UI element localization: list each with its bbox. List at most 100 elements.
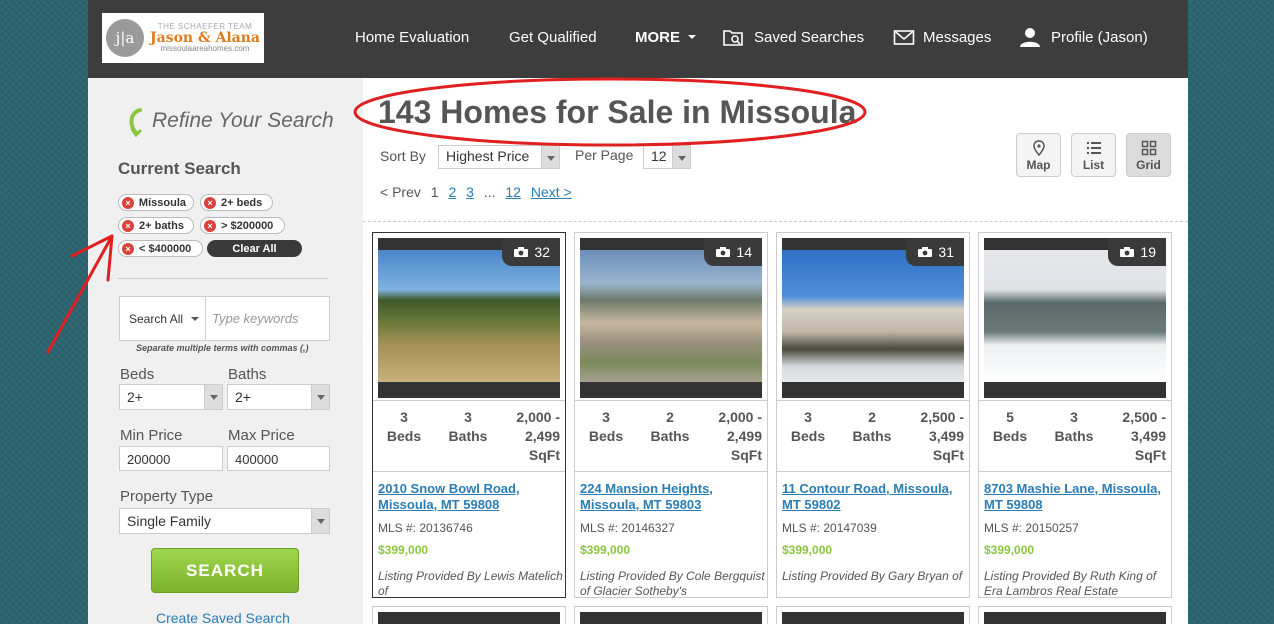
team-logo[interactable]: j|a THE SCHAEFER TEAM Jason & Alana miss… [102, 13, 264, 63]
nav-more[interactable]: MORE [635, 29, 680, 46]
per-page-value: 12 [651, 148, 667, 164]
sort-by-label: Sort By [380, 148, 426, 164]
listing-photo[interactable] [984, 612, 1166, 624]
listing-address-link[interactable]: 8703 Mashie Lane, Missoula, MT 59808 [984, 481, 1169, 513]
listing-card[interactable]: 31 3 Beds 2 Baths 2,500 - 3,499 SqFt 11 Con… [776, 232, 970, 598]
current-search-title: Current Search [118, 159, 241, 178]
list-view-label: List [1082, 158, 1105, 172]
page-title: 143 Homes for Sale in Missoula [378, 94, 857, 130]
max-price-label: Max Price [228, 427, 295, 444]
listing-price: $399,000 [378, 543, 429, 557]
prev-page-link[interactable]: < Prev [380, 184, 421, 200]
sqft-stat-label: SqFt [730, 447, 762, 463]
listing-address-link[interactable]: 11 Contour Road, Missoula, MT 59802 [782, 481, 967, 513]
keywords-input[interactable]: Type keywords [212, 311, 298, 326]
next-page-link[interactable]: Next > [531, 184, 572, 200]
listing-photo[interactable]: 19 [984, 238, 1166, 398]
sort-by-select[interactable]: Highest Price [438, 145, 560, 169]
listing-mls: MLS #: 20147039 [782, 521, 877, 535]
refine-title: Refine Your Search [152, 109, 334, 132]
chevron-down-icon [311, 385, 329, 409]
listing-photo[interactable] [782, 612, 964, 624]
listing-photo[interactable]: 14 [580, 238, 762, 398]
nav-messages[interactable]: Messages [923, 29, 991, 46]
card-divider [575, 400, 767, 401]
baths-stat-label: Baths [448, 428, 488, 444]
camera-icon [716, 247, 731, 257]
card-divider [575, 471, 767, 472]
beds-stat-label: Beds [386, 428, 422, 444]
baths-value: 2+ [235, 389, 251, 405]
nav-saved-searches[interactable]: Saved Searches [754, 29, 864, 46]
sqft-range: 2,000 - 2,499 [516, 409, 560, 444]
listing-price: $399,000 [580, 543, 631, 557]
search-button[interactable]: SEARCH [151, 548, 299, 593]
page-link-3[interactable]: 3 [466, 184, 474, 200]
remove-icon[interactable]: × [122, 196, 134, 209]
remove-icon[interactable]: × [122, 219, 134, 232]
per-page-select[interactable]: 12 [643, 145, 691, 169]
listing-card[interactable]: 14 3 Beds 2 Baths 2,000 - 2,499 SqFt 224 Ma… [574, 232, 768, 598]
listing-card[interactable] [574, 606, 768, 624]
chip-max-price[interactable]: × < $400000 [118, 240, 203, 257]
remove-icon[interactable]: × [122, 242, 134, 255]
baths-stat-label: Baths [650, 428, 690, 444]
search-scope-select[interactable]: Search All [120, 297, 206, 340]
create-saved-search-link[interactable]: Create Saved Search [156, 610, 290, 624]
listing-stats: 3 Beds 3 Baths 2,000 - 2,499 SqFt [378, 406, 560, 464]
listing-card[interactable] [978, 606, 1172, 624]
current-page: 1 [430, 184, 439, 200]
listing-photo[interactable] [378, 612, 560, 624]
beds-select[interactable]: 2+ [119, 384, 223, 410]
min-price-input[interactable]: 200000 [119, 446, 223, 471]
keyword-search: Search All Type keywords [119, 296, 330, 341]
list-view-button[interactable]: List [1071, 133, 1116, 177]
baths-select[interactable]: 2+ [227, 384, 330, 410]
remove-icon[interactable]: × [204, 219, 216, 232]
sqft-range: 2,000 - 2,499 [718, 409, 762, 444]
chip-baths[interactable]: × 2+ baths [118, 217, 194, 234]
beds-count: 3 [602, 409, 610, 425]
sqft-range: 2,500 - 3,499 [920, 409, 964, 444]
nav-get-qualified[interactable]: Get Qualified [509, 29, 597, 46]
listing-address-link[interactable]: 224 Mansion Heights, Missoula, MT 59803 [580, 481, 765, 513]
grid-icon [1141, 140, 1156, 156]
chip-min-price[interactable]: × > $200000 [200, 217, 285, 234]
card-divider [979, 400, 1171, 401]
map-view-button[interactable]: Map [1016, 133, 1061, 177]
listing-card[interactable]: 19 5 Beds 3 Baths 2,500 - 3,499 SqFt 8703 M… [978, 232, 1172, 598]
min-price-label: Min Price [120, 427, 183, 444]
nav-home-evaluation[interactable]: Home Evaluation [355, 29, 469, 46]
listing-stats: 3 Beds 2 Baths 2,500 - 3,499 SqFt [782, 406, 964, 464]
baths-count: 3 [1070, 409, 1078, 425]
page-link-2[interactable]: 2 [448, 184, 456, 200]
clear-all-button[interactable]: Clear All [207, 240, 302, 257]
remove-icon[interactable]: × [204, 196, 216, 209]
listing-card[interactable]: 32 3 Beds 3 Baths 2,000 - 2,499 SqFt 2010 S… [372, 232, 566, 598]
nav-profile[interactable]: Profile (Jason) [1051, 29, 1148, 46]
property-type-label: Property Type [120, 488, 214, 505]
property-type-value: Single Family [127, 513, 212, 529]
photo-count: 32 [534, 244, 550, 260]
listing-card[interactable] [776, 606, 970, 624]
chip-label: < $400000 [139, 242, 192, 255]
chevron-down-icon[interactable] [687, 33, 697, 41]
page-link-last[interactable]: 12 [505, 184, 521, 200]
listing-address-link[interactable]: 2010 Snow Bowl Road, Missoula, MT 59808 [378, 481, 563, 513]
chip-location[interactable]: × Missoula [118, 194, 194, 211]
max-price-input[interactable]: 400000 [227, 446, 330, 471]
logo-names: Jason & Alana [150, 30, 260, 46]
map-view-label: Map [1026, 158, 1051, 172]
listing-photo[interactable]: 31 [782, 238, 964, 398]
listing-photo[interactable]: 32 [378, 238, 560, 398]
chip-label: 2+ baths [139, 219, 184, 232]
listing-card[interactable] [372, 606, 566, 624]
results-divider [363, 221, 1188, 222]
listing-photo[interactable] [580, 612, 762, 624]
chip-beds[interactable]: × 2+ beds [200, 194, 273, 211]
sqft-stat-label: SqFt [528, 447, 560, 463]
listing-provided-by: Listing Provided By Lewis Matelich of [378, 569, 563, 598]
property-type-select[interactable]: Single Family [119, 508, 330, 534]
chevron-down-icon [311, 509, 329, 533]
grid-view-button[interactable]: Grid [1126, 133, 1171, 177]
